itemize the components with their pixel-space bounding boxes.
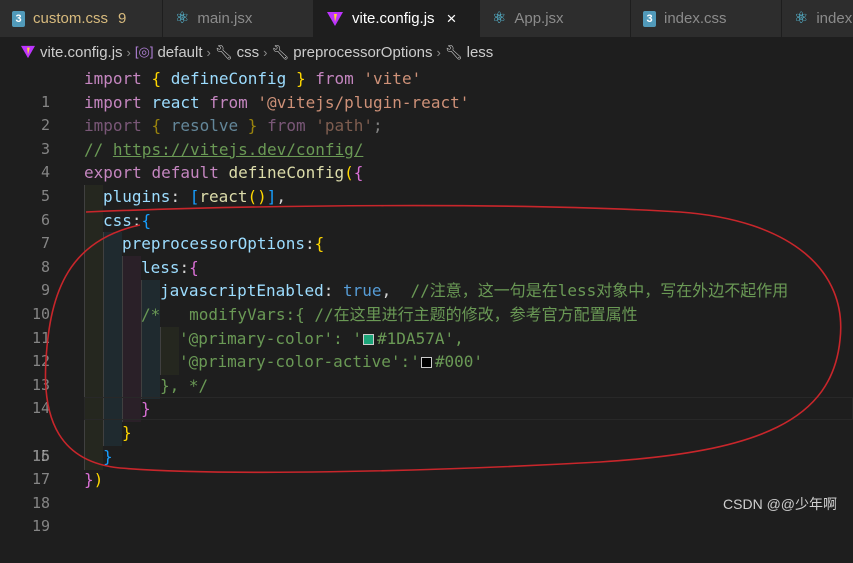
tab-app-jsx[interactable]: ⚛ App.jsx	[480, 0, 631, 37]
tab-main-jsx[interactable]: ⚛ main.jsx	[163, 0, 314, 37]
breadcrumb-label: css	[236, 43, 260, 61]
color-swatch[interactable]	[363, 333, 375, 345]
code-line: 12 '@primary-color': ' #1DA57A',	[0, 327, 853, 371]
code-line-current: 15 { }	[0, 397, 853, 465]
tab-index-jsx[interactable]: ⚛ index.	[782, 0, 853, 37]
config-docs-link[interactable]: https://vitejs.dev/config/	[113, 140, 363, 159]
css-file-icon: 3	[643, 10, 656, 27]
vite-icon	[326, 11, 344, 27]
chevron-right-icon: ›	[436, 44, 441, 60]
code-line: 2 import react from '@vitejs/plugin-reac…	[0, 91, 853, 135]
tab-label: main.jsx	[197, 10, 253, 27]
symbol-variable-icon: [◎]	[134, 44, 154, 59]
code-line: 3 import { resolve } from 'path';	[0, 114, 853, 158]
chevron-right-icon: ›	[206, 44, 211, 60]
line-number: 19	[31, 517, 50, 536]
tab-label: index.css	[664, 10, 727, 27]
code-line: 8 preprocessorOptions:{	[0, 232, 853, 276]
breadcrumb-default[interactable]: [◎] default	[135, 44, 203, 61]
current-line-highlight	[84, 397, 853, 421]
close-icon[interactable]: ×	[447, 9, 457, 29]
chevron-right-icon: ›	[263, 44, 268, 60]
breadcrumb-file-label: vite.config.js	[40, 43, 123, 61]
wrench-icon: 🔧︎	[271, 43, 290, 60]
code-line: 18 })	[0, 468, 853, 512]
code-line: 13 '@primary-color-active':' #000'	[0, 350, 853, 394]
tab-label: vite.config.js	[352, 10, 435, 27]
tab-vite-config[interactable]: vite.config.js ×	[314, 0, 480, 37]
code-line: 10 javascriptEnabled: true, //注意，这一句是在le…	[0, 279, 853, 323]
code-line: 6 plugins: [react()],	[0, 185, 853, 229]
code-line: 4 // https://vitejs.dev/config/	[0, 138, 853, 182]
tab-index-css[interactable]: 3 index.css	[631, 0, 782, 37]
breadcrumb-less[interactable]: 🔧︎ less	[445, 44, 493, 61]
breadcrumb-label: preprocessorOptions	[293, 43, 433, 61]
breadcrumb-preprocessor-options[interactable]: 🔧︎ preprocessorOptions	[271, 44, 432, 61]
react-icon: ⚛	[492, 9, 507, 27]
color-swatch[interactable]	[420, 357, 432, 369]
wrench-icon: 🔧︎	[214, 43, 233, 60]
code-line: 9 less:{	[0, 256, 853, 300]
tab-custom-css[interactable]: 3 custom.css 9	[0, 0, 163, 37]
react-icon: ⚛	[794, 9, 809, 27]
code-editor[interactable]: 1 import { defineConfig } from 'vite' 2 …	[0, 67, 853, 535]
code-line: 1 import { defineConfig } from 'vite'	[0, 67, 853, 111]
vite-icon	[21, 45, 35, 59]
chevron-right-icon: ›	[126, 44, 131, 60]
tab-label: custom.css	[33, 10, 109, 27]
react-icon: ⚛	[175, 9, 190, 27]
code-line: 11 /* modifyVars:{ //在这里进行主题的修改，参考官方配置属性	[0, 303, 853, 347]
code-line: 17 }	[0, 445, 853, 489]
problem-count-badge: 9	[118, 10, 127, 27]
tab-label: App.jsx	[514, 10, 564, 27]
editor-tab-bar: 3 custom.css 9 ⚛ main.jsx vite.config.js…	[0, 0, 853, 37]
breadcrumb-css[interactable]: 🔧︎ css	[215, 44, 259, 61]
wrench-icon: 🔧︎	[444, 43, 463, 60]
code-line: 5 export default defineConfig({	[0, 161, 853, 205]
watermark: CSDN @@少年啊	[723, 496, 837, 512]
breadcrumb: vite.config.js › [◎] default › 🔧︎ css › …	[0, 37, 853, 67]
breadcrumb-file[interactable]: vite.config.js	[20, 44, 123, 61]
tab-label: index.	[816, 10, 853, 27]
code-line: 16 }	[0, 421, 853, 465]
css-file-icon: 3	[12, 10, 25, 27]
code-line: 7 css:{	[0, 209, 853, 253]
breadcrumb-label: default	[157, 43, 203, 61]
code-line: 14 }, */	[0, 374, 853, 418]
breadcrumb-label: less	[466, 43, 494, 61]
